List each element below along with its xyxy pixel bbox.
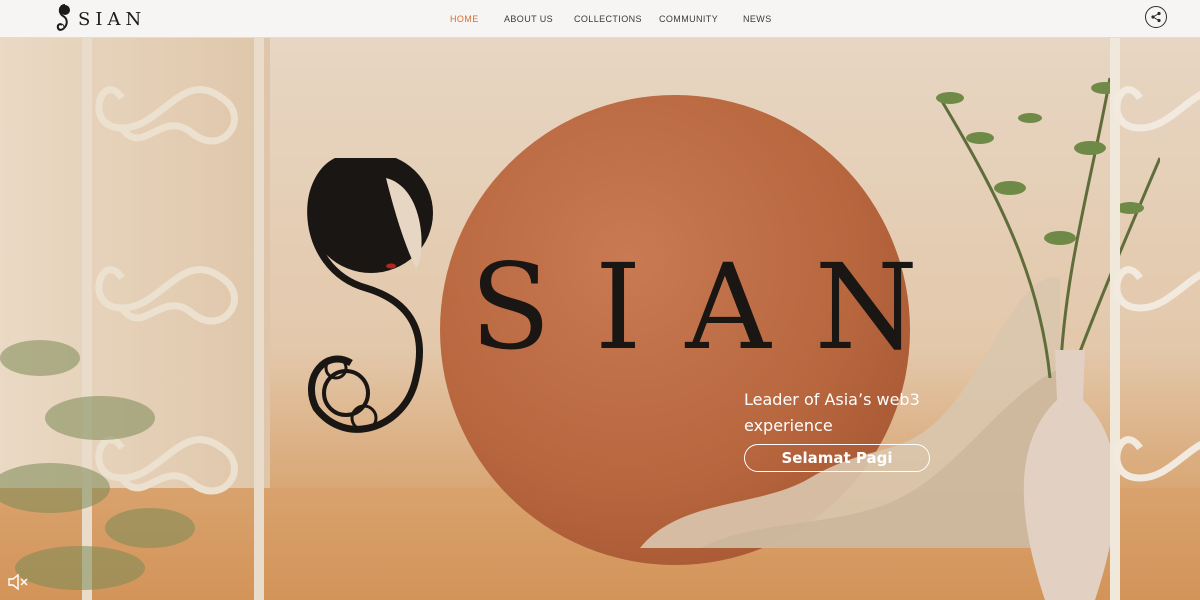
nav-about-us[interactable]: ABOUT US [504,14,574,24]
brand-logo-link[interactable]: SIAN [56,2,146,36]
sian-logo-mark-icon [56,4,70,31]
nav-collections[interactable]: COLLECTIONS [574,14,659,24]
nav-news[interactable]: NEWS [743,14,783,24]
top-navigation-bar: SIAN HOME ABOUT US COLLECTIONS COMMUNITY… [0,0,1200,38]
blurred-plant-left [0,340,195,590]
share-icon [1151,11,1161,23]
hero-tagline: Leader of Asia’s web3 experience [744,390,920,435]
brand-name: SIAN [78,8,147,30]
nav-home[interactable]: HOME [450,14,504,24]
decorative-lattice-screen-right [1110,38,1200,600]
selamat-pagi-button[interactable]: Selamat Pagi [744,444,930,472]
hero-banner: SIAN Leader of Asia’s web3 experience Se… [0,38,1200,600]
share-button[interactable] [1145,6,1167,28]
mute-toggle-button[interactable] [7,572,29,592]
marble-vase [1023,350,1117,600]
speaker-muted-icon [8,573,28,591]
main-nav: HOME ABOUT US COLLECTIONS COMMUNITY NEWS [450,0,783,38]
nav-community[interactable]: COMMUNITY [659,14,743,24]
hero-logo-text: SIAN [470,238,962,376]
